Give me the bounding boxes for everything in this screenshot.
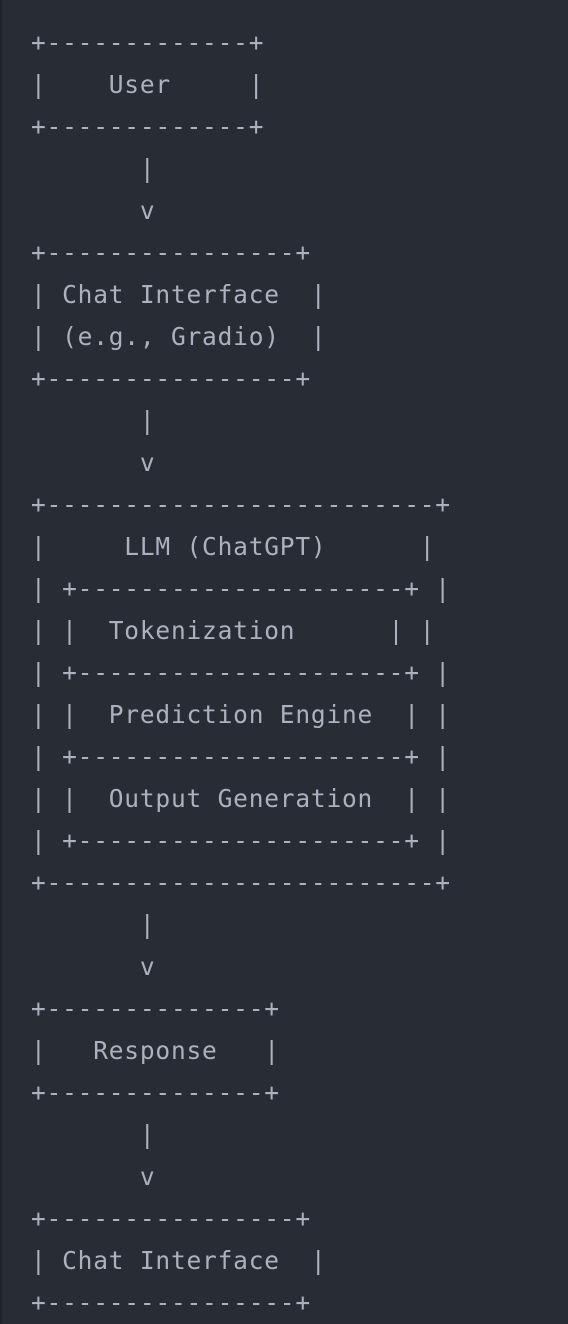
diagram-line: v	[31, 1162, 156, 1191]
diagram-line: +----------------+	[31, 1204, 311, 1233]
diagram-line: +----------------+	[31, 238, 311, 267]
diagram-line: +-------------------------+	[31, 868, 451, 897]
diagram-line: +-------------------------+	[31, 490, 451, 519]
diagram-line: | Response |	[31, 1036, 280, 1065]
diagram-line: | | Output Generation | |	[31, 784, 451, 813]
diagram-line: | | Tokenization | |	[31, 616, 436, 645]
diagram-line: | +---------------------+ |	[31, 574, 451, 603]
diagram-line: |	[31, 154, 156, 183]
diagram-line: v	[31, 196, 156, 225]
diagram-line: | User |	[31, 70, 265, 99]
diagram-line: | Chat Interface |	[31, 280, 327, 309]
diagram-line: | (e.g., Gradio) |	[31, 322, 327, 351]
diagram-line: +----------------+	[31, 364, 311, 393]
diagram-line: | Chat Interface |	[31, 1246, 327, 1275]
code-block: +-------------+ | User | +-------------+…	[0, 0, 568, 1324]
diagram-line: | +---------------------+ |	[31, 742, 451, 771]
diagram-line: | +---------------------+ |	[31, 658, 451, 687]
diagram-line: v	[31, 952, 156, 981]
diagram-line: +-------------+	[31, 28, 265, 57]
diagram-line: +----------------+	[31, 1288, 311, 1317]
diagram-line: |	[31, 406, 156, 435]
diagram-line: v	[31, 448, 156, 477]
diagram-line: +-------------+	[31, 112, 265, 141]
diagram-line: +--------------+	[31, 994, 280, 1023]
diagram-line: | | Prediction Engine | |	[31, 700, 451, 729]
diagram-line: | LLM (ChatGPT) |	[31, 532, 436, 561]
diagram-line: |	[31, 910, 156, 939]
diagram-line: +--------------+	[31, 1078, 280, 1107]
diagram-line: |	[31, 1120, 156, 1149]
diagram-line: | +---------------------+ |	[31, 826, 451, 855]
